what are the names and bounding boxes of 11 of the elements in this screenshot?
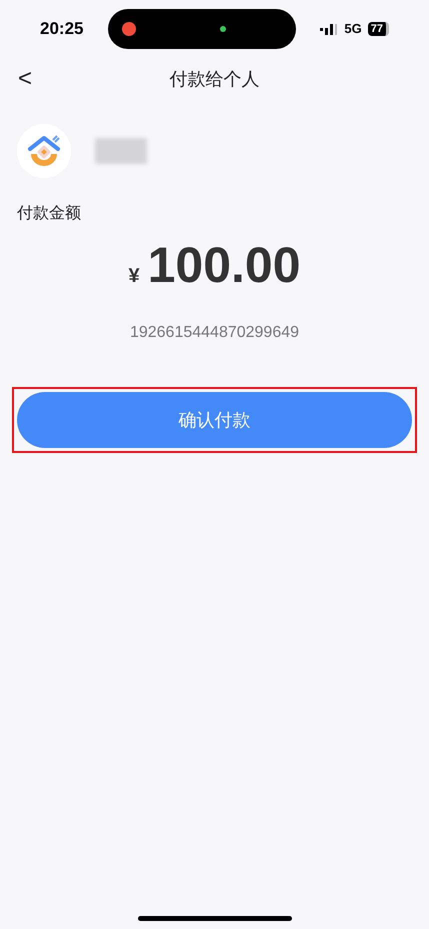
page-title: 付款给个人	[170, 68, 260, 90]
back-button[interactable]: <	[16, 67, 34, 91]
amount-label: 付款金额	[16, 204, 82, 224]
signal-icon	[320, 24, 338, 34]
currency-symbol: ¥	[128, 264, 140, 289]
status-time: 20:25	[40, 18, 84, 40]
house-coin-logo-icon	[27, 134, 61, 168]
battery-indicator: 77	[368, 22, 389, 36]
reference-number: 1926615444870299649	[130, 323, 300, 343]
network-label: 5G	[344, 20, 362, 38]
amount-value: 100.00	[148, 240, 301, 290]
